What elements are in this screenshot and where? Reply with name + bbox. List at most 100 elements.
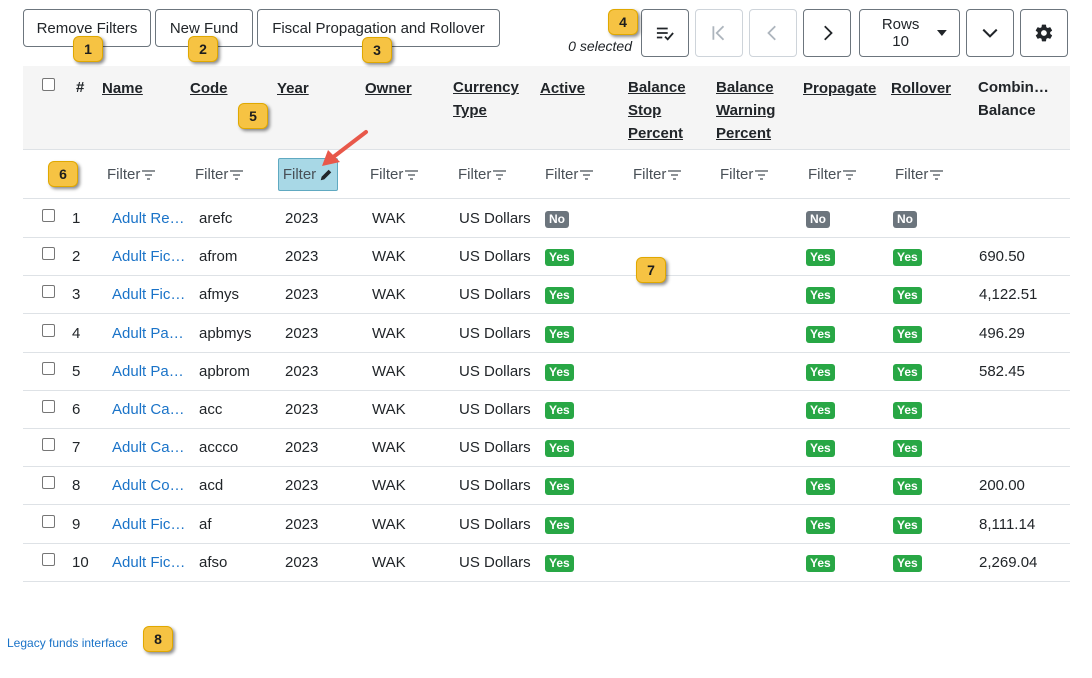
col-stop-line2: Stop	[628, 102, 662, 119]
col-code[interactable]: Code	[190, 77, 228, 100]
active-badge: Yes	[545, 517, 574, 534]
filter-0[interactable]: Filter	[107, 166, 156, 183]
select-rows-button[interactable]	[641, 9, 689, 57]
fund-currency: US Dollars	[459, 210, 531, 227]
combined-balance: 582.45	[979, 363, 1025, 380]
col-balance-stop-percent[interactable]: Balance Stop Percent	[628, 76, 686, 145]
first-page-icon	[712, 25, 725, 41]
fund-code: apbmys	[199, 325, 252, 342]
marker-6: 6	[48, 161, 78, 187]
fund-code: accco	[199, 439, 239, 456]
row-checkbox[interactable]	[42, 362, 55, 375]
column-options-button[interactable]	[966, 9, 1014, 57]
filter-label: Filter	[545, 166, 579, 183]
chevron-down-icon	[982, 28, 998, 38]
rollover-badge: Yes	[893, 517, 922, 534]
row-number: 5	[72, 363, 81, 380]
col-name[interactable]: Name	[102, 77, 143, 100]
combined-balance: 8,111.14	[979, 516, 1036, 533]
fund-code: afmys	[199, 286, 240, 303]
marker-7: 7	[636, 257, 666, 283]
rollover-badge: Yes	[893, 555, 922, 572]
settings-button[interactable]	[1020, 9, 1068, 57]
row-checkbox[interactable]	[42, 553, 55, 566]
col-propagate[interactable]: Propagate	[803, 77, 883, 100]
fund-currency: US Dollars	[459, 477, 531, 494]
filter-8[interactable]: Filter	[808, 166, 857, 183]
first-page-button[interactable]	[695, 9, 743, 57]
row-checkbox[interactable]	[42, 247, 55, 260]
filter-4[interactable]: Filter	[458, 166, 507, 183]
active-badge: No	[545, 211, 569, 228]
fund-currency: US Dollars	[459, 439, 531, 456]
active-badge: Yes	[545, 287, 574, 304]
col-combined-line2: Balance	[978, 102, 1036, 119]
row-number: 6	[72, 401, 81, 418]
fund-name-link[interactable]: Adult Pa…	[112, 325, 184, 342]
fund-name-link[interactable]: Adult Re…	[112, 210, 185, 227]
fund-name-link[interactable]: Adult Ca…	[112, 401, 185, 418]
propagate-badge: Yes	[806, 555, 835, 572]
rows-per-page-select[interactable]: Rows 10	[859, 9, 960, 57]
fund-owner: WAK	[372, 516, 406, 533]
previous-page-button[interactable]	[749, 9, 797, 57]
rows-per-page-label: Rows 10	[881, 16, 920, 50]
filter-lines-icon	[580, 169, 594, 180]
col-balance-warning-percent[interactable]: Balance Warning Percent	[716, 76, 775, 145]
next-page-button[interactable]	[803, 9, 851, 57]
fund-currency: US Dollars	[459, 325, 531, 342]
fund-owner: WAK	[372, 248, 406, 265]
col-number: #	[76, 79, 85, 96]
row-number: 7	[72, 439, 81, 456]
fund-name-link[interactable]: Adult Pa…	[112, 363, 184, 380]
fund-year: 2023	[285, 210, 319, 227]
row-checkbox[interactable]	[42, 209, 55, 222]
rollover-badge: Yes	[893, 326, 922, 343]
filter-label: Filter	[107, 166, 141, 183]
row-checkbox[interactable]	[42, 476, 55, 489]
filter-5[interactable]: Filter	[545, 166, 594, 183]
col-active[interactable]: Active	[540, 77, 585, 100]
fund-owner: WAK	[372, 286, 406, 303]
col-currency-type[interactable]: Currency Type	[453, 76, 519, 122]
filter-3[interactable]: Filter	[370, 166, 419, 183]
marker-8: 8	[143, 626, 173, 652]
col-currency-line1: Currency	[453, 79, 519, 96]
rollover-badge: Yes	[893, 249, 922, 266]
filter-6[interactable]: Filter	[633, 166, 682, 183]
filter-7[interactable]: Filter	[720, 166, 769, 183]
row-checkbox[interactable]	[42, 515, 55, 528]
select-all-checkbox[interactable]	[42, 78, 55, 91]
active-badge: Yes	[545, 478, 574, 495]
propagate-badge: Yes	[806, 326, 835, 343]
fund-year: 2023	[285, 286, 319, 303]
fund-name-link[interactable]: Adult Co…	[112, 477, 185, 494]
fund-code: apbrom	[199, 363, 250, 380]
fund-year: 2023	[285, 477, 319, 494]
fund-name-link[interactable]: Adult Fic…	[112, 286, 185, 303]
col-combined-balance[interactable]: Combin… Balance	[978, 76, 1049, 122]
filter-9[interactable]: Filter	[895, 166, 944, 183]
filter-1[interactable]: Filter	[195, 166, 244, 183]
row-checkbox[interactable]	[42, 400, 55, 413]
fund-currency: US Dollars	[459, 401, 531, 418]
col-year[interactable]: Year	[277, 77, 309, 100]
fund-name-link[interactable]: Adult Ca…	[112, 439, 185, 456]
col-currency-line2: Type	[453, 102, 487, 119]
fund-name-link[interactable]: Adult Fic…	[112, 554, 185, 571]
active-badge: Yes	[545, 249, 574, 266]
col-rollover[interactable]: Rollover	[891, 77, 951, 100]
propagate-badge: Yes	[806, 364, 835, 381]
legacy-funds-link[interactable]: Legacy funds interface	[7, 636, 128, 650]
row-checkbox[interactable]	[42, 324, 55, 337]
selected-count: 0 selected	[568, 38, 632, 54]
fund-name-link[interactable]: Adult Fic…	[112, 248, 185, 265]
combined-balance: 4,122.51	[979, 286, 1038, 303]
annotation-arrow-icon	[322, 130, 368, 166]
col-owner[interactable]: Owner	[365, 77, 412, 100]
filter-lines-icon	[230, 169, 244, 180]
row-checkbox[interactable]	[42, 285, 55, 298]
fund-name-link[interactable]: Adult Fic…	[112, 516, 185, 533]
combined-balance: 200.00	[979, 477, 1025, 494]
row-checkbox[interactable]	[42, 438, 55, 451]
